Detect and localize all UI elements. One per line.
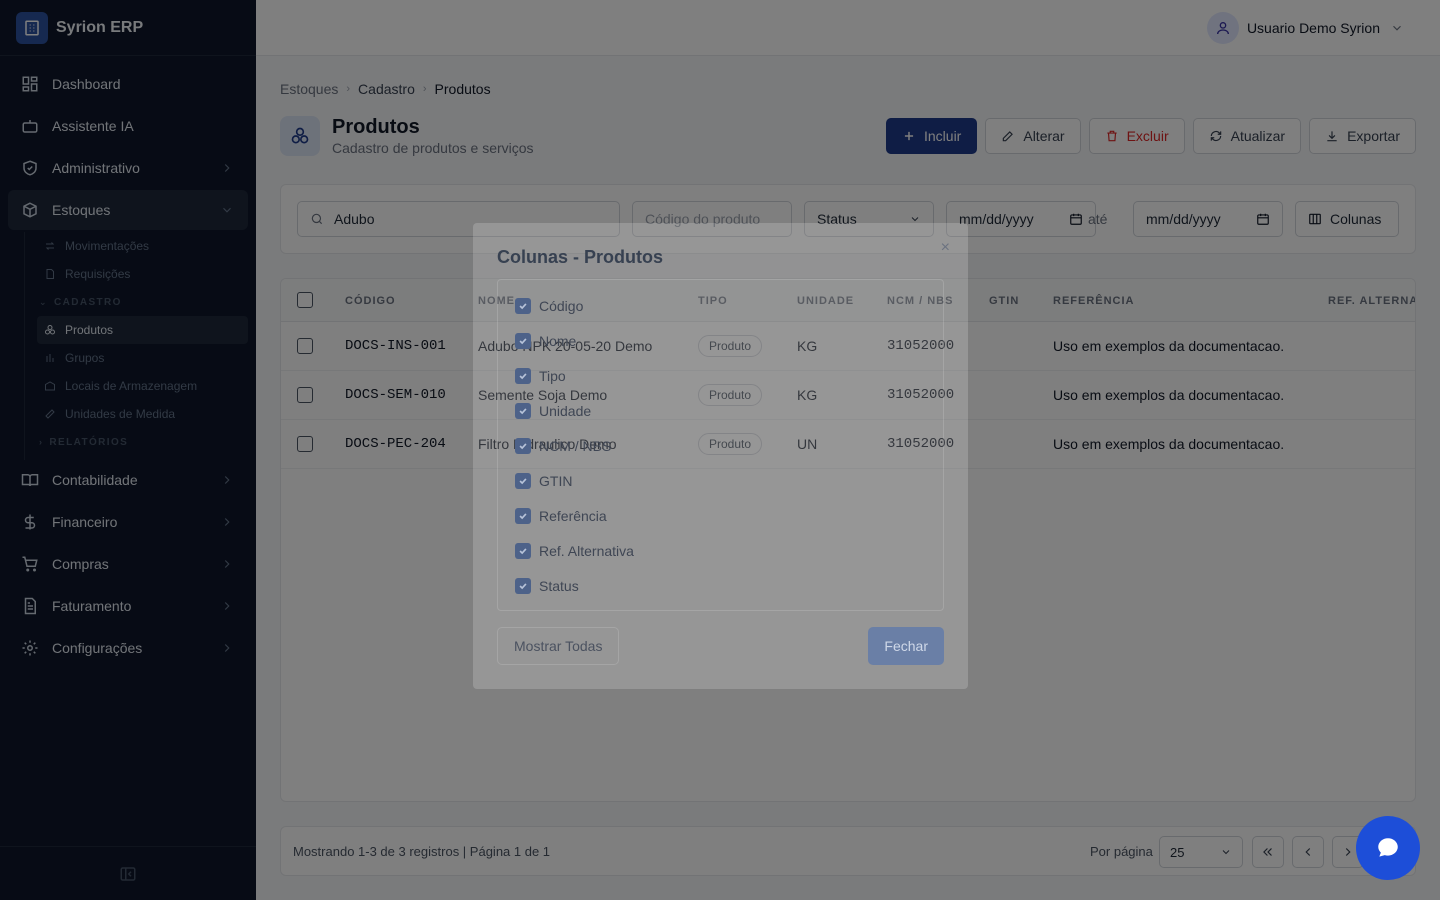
column-toggle[interactable]: NCM / NBS — [515, 436, 611, 456]
column-label: NCM / NBS — [539, 438, 612, 454]
checkbox-checked-icon[interactable] — [515, 543, 531, 559]
modal-title: Colunas - Produtos — [497, 247, 663, 267]
column-toggle[interactable]: Unidade — [515, 401, 591, 421]
checkbox-checked-icon[interactable] — [515, 473, 531, 489]
column-toggle[interactable]: Código — [515, 296, 583, 316]
checkbox-checked-icon[interactable] — [515, 403, 531, 419]
checkbox-checked-icon[interactable] — [515, 333, 531, 349]
chat-bubble-icon — [1378, 838, 1398, 857]
close-icon[interactable]: × — [941, 239, 950, 257]
checkbox-checked-icon[interactable] — [515, 508, 531, 524]
column-label: Nome — [539, 333, 577, 349]
chat-launcher-button[interactable] — [1356, 816, 1420, 880]
column-toggle[interactable]: Tipo — [515, 366, 566, 386]
columns-modal: Colunas - Produtos × Código Nome Tipo Un… — [473, 223, 968, 689]
column-toggle[interactable]: Referência — [515, 506, 607, 526]
show-all-button[interactable]: Mostrar Todas — [497, 627, 620, 665]
column-label: Referência — [539, 508, 607, 524]
column-toggle[interactable]: Ref. Alternativa — [515, 541, 634, 561]
column-label: GTIN — [539, 473, 573, 489]
column-label: Ref. Alternativa — [539, 543, 634, 559]
columns-checklist: Código Nome Tipo Unidade NCM / NBS GTIN … — [497, 279, 944, 611]
column-label: Código — [539, 298, 584, 314]
checkbox-checked-icon[interactable] — [515, 368, 531, 384]
checkbox-checked-icon[interactable] — [515, 298, 531, 314]
close-modal-button[interactable]: Fechar — [868, 627, 944, 665]
column-label: Status — [539, 578, 579, 594]
column-label: Unidade — [539, 403, 592, 419]
column-toggle[interactable]: GTIN — [515, 471, 572, 491]
column-label: Tipo — [539, 368, 566, 384]
column-toggle[interactable]: Nome — [515, 331, 576, 351]
checkbox-checked-icon[interactable] — [515, 578, 531, 594]
checkbox-checked-icon[interactable] — [515, 438, 531, 454]
column-toggle[interactable]: Status — [515, 576, 579, 596]
